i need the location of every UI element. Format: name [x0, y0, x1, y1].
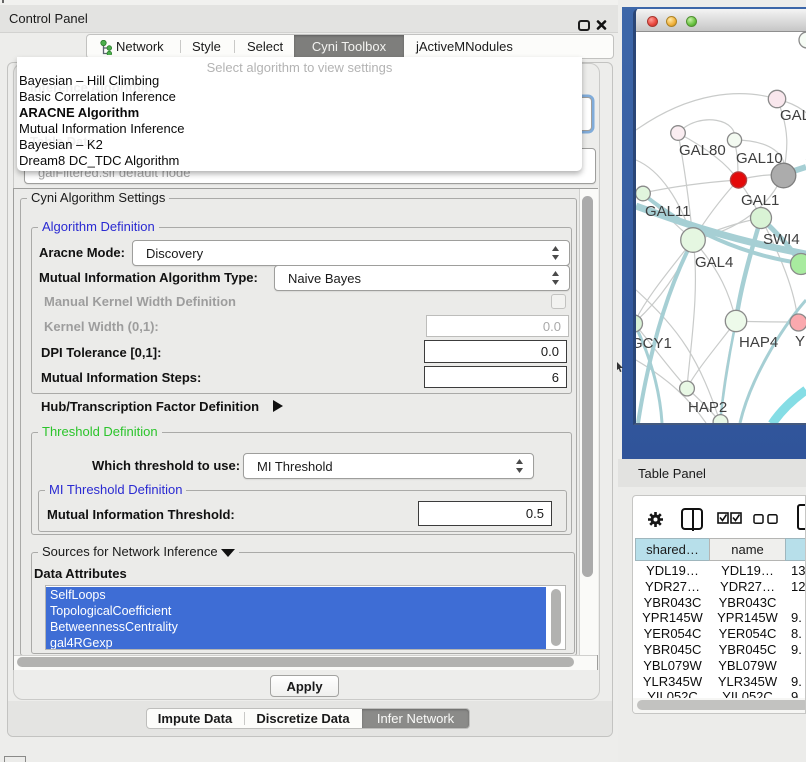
svg-text:SWI4: SWI4	[763, 231, 800, 248]
svg-text:GAL4: GAL4	[695, 254, 733, 271]
svg-text:GAL10: GAL10	[736, 150, 783, 167]
svg-text:GCY1: GCY1	[636, 335, 672, 352]
svg-text:HAP4: HAP4	[739, 334, 778, 351]
svg-text:GAL2: GAL2	[780, 107, 806, 124]
svg-text:Y: Y	[795, 333, 805, 350]
svg-text:HAP2: HAP2	[688, 399, 727, 416]
svg-text:GAL11: GAL11	[645, 203, 691, 220]
svg-text:GAL1: GAL1	[741, 192, 779, 209]
svg-text:GAL80: GAL80	[679, 142, 726, 159]
